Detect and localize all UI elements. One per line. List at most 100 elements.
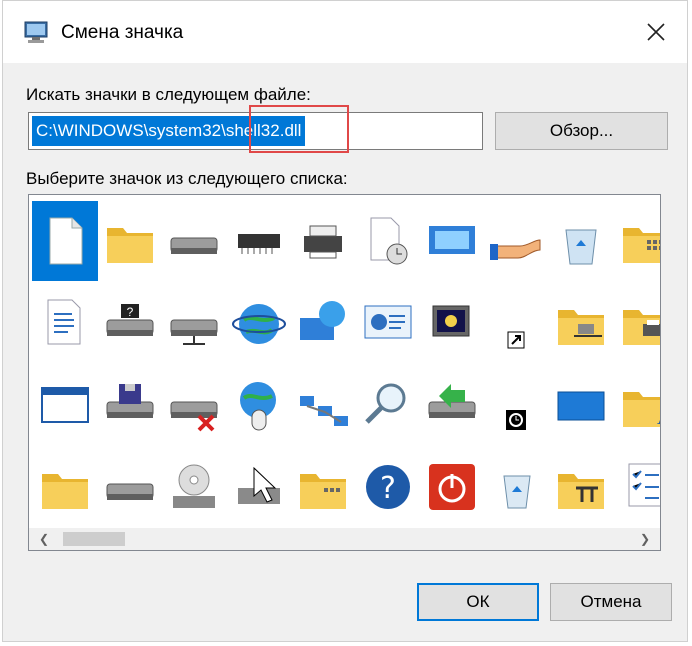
- icon-cell[interactable]: [97, 447, 163, 527]
- icon-cell[interactable]: [484, 283, 550, 363]
- app-monitor-icon: [24, 21, 48, 43]
- text-document-icon: [47, 299, 81, 345]
- clock-badge-icon: [505, 410, 526, 430]
- green-arrow-drive-icon: [428, 384, 476, 418]
- shortcut-arrow-icon: [507, 331, 524, 349]
- icon-cell[interactable]: [97, 365, 163, 445]
- globe-mouse-icon: [239, 382, 276, 431]
- icon-cell[interactable]: [484, 447, 550, 527]
- internet-globe-icon: [231, 304, 286, 344]
- icon-cell[interactable]: [226, 365, 292, 445]
- svg-text:?: ?: [126, 305, 133, 319]
- scroll-thumb[interactable]: [63, 532, 125, 546]
- printer-icon: [304, 225, 342, 259]
- power-shutdown-icon: [429, 464, 475, 510]
- icon-cell[interactable]: [97, 201, 163, 281]
- sharing-hand-icon: [489, 239, 540, 260]
- svg-text:A: A: [657, 404, 662, 429]
- highlight-box: [249, 105, 349, 153]
- icon-cell[interactable]: [613, 447, 660, 527]
- control-panel-icon: [364, 305, 411, 339]
- disconnected-drive-icon: [170, 401, 218, 432]
- display-screen-icon: [429, 226, 475, 254]
- icon-cell[interactable]: [161, 283, 227, 363]
- icon-cell[interactable]: [161, 201, 227, 281]
- icon-cell[interactable]: [226, 283, 292, 363]
- globe-monitor-icon: [300, 301, 345, 340]
- icon-cell[interactable]: [613, 201, 660, 281]
- drive-flat-icon: [106, 483, 153, 500]
- icon-cell[interactable]: [355, 201, 421, 281]
- folder-small-icon: [42, 474, 88, 509]
- magnifier-icon: [364, 383, 405, 424]
- scroll-left-arrow[interactable]: ❮: [33, 528, 55, 550]
- icon-cell[interactable]: [419, 365, 485, 445]
- recycle-bin-full-icon: [565, 229, 597, 265]
- icon-cell[interactable]: [161, 447, 227, 527]
- icon-cell[interactable]: [548, 201, 614, 281]
- blank-document-icon: [49, 217, 83, 265]
- hard-drive-icon: [170, 237, 218, 254]
- icon-cell[interactable]: [290, 447, 356, 527]
- title-bar[interactable]: Смена значка: [3, 1, 687, 63]
- icon-cell[interactable]: ?: [355, 447, 421, 527]
- recycle-bin-icon: [502, 475, 531, 509]
- icon-cell[interactable]: [290, 201, 356, 281]
- icon-cell[interactable]: [161, 365, 227, 445]
- floppy-drive-icon: [106, 384, 153, 418]
- icon-cell[interactable]: [226, 447, 292, 527]
- ok-button[interactable]: ОК: [417, 583, 539, 621]
- folder-grid-icon: [622, 228, 660, 263]
- icon-cell[interactable]: [548, 365, 614, 445]
- change-icon-dialog: Смена значка Искать значки в следующем ф…: [2, 0, 688, 642]
- application-window-icon: [41, 387, 89, 423]
- horizontal-scrollbar[interactable]: ❮ ❯: [29, 528, 660, 550]
- folder-grid-small-icon: [300, 474, 346, 509]
- fonts-folder-icon: A: [622, 392, 662, 429]
- icon-cell[interactable]: [290, 283, 356, 363]
- icon-cell[interactable]: [484, 201, 550, 281]
- icon-cell[interactable]: [32, 447, 98, 527]
- icon-cell[interactable]: [226, 201, 292, 281]
- network-drive-icon: [170, 319, 218, 345]
- tools-folder-icon: [558, 474, 604, 509]
- icon-cell[interactable]: [32, 283, 98, 363]
- icon-cell[interactable]: [419, 447, 485, 527]
- svg-text:?: ?: [380, 471, 396, 506]
- help-question-icon: ?: [365, 465, 410, 509]
- icon-cell[interactable]: [548, 447, 614, 527]
- close-button[interactable]: [625, 1, 687, 63]
- network-computers-icon: [300, 396, 348, 426]
- document-clock-icon: [370, 217, 407, 265]
- scroll-right-arrow[interactable]: ❯: [634, 528, 656, 550]
- icon-cell[interactable]: [613, 283, 660, 363]
- icon-cell[interactable]: [419, 201, 485, 281]
- network-folder-icon: [558, 310, 604, 345]
- folder-icon: [106, 228, 153, 263]
- pointer-desktop-icon: [237, 466, 280, 504]
- icon-cell[interactable]: [355, 283, 421, 363]
- icon-cell[interactable]: [548, 283, 614, 363]
- memory-chip-icon: [237, 234, 280, 254]
- icon-cell[interactable]: [484, 365, 550, 445]
- cd-drive-icon: [173, 464, 215, 508]
- network-drive-help-icon: ?: [106, 304, 153, 336]
- icon-cell[interactable]: [355, 365, 421, 445]
- dialog-title: Смена значка: [61, 22, 184, 43]
- icon-cell[interactable]: [419, 283, 485, 363]
- cancel-button[interactable]: Отмена: [550, 583, 672, 621]
- search-file-label: Искать значки в следующем файле:: [26, 85, 311, 104]
- icon-list-label: Выберите значок из следующего списка:: [26, 169, 348, 188]
- blue-desktop-icon: [557, 391, 605, 421]
- icon-cell[interactable]: ?: [97, 283, 163, 363]
- icon-cell[interactable]: A: [613, 365, 662, 445]
- icon-cell[interactable]: [32, 201, 98, 281]
- close-icon: [647, 23, 665, 41]
- checklist-icon: [628, 463, 660, 507]
- printer-folder-icon: [622, 310, 660, 345]
- icon-cell[interactable]: [290, 365, 356, 445]
- monitor-moon-icon: [432, 305, 470, 337]
- icon-list[interactable]: ? A? ❮ ❯: [28, 194, 661, 551]
- icon-cell[interactable]: [32, 365, 98, 445]
- browse-button[interactable]: Обзор...: [495, 112, 668, 150]
